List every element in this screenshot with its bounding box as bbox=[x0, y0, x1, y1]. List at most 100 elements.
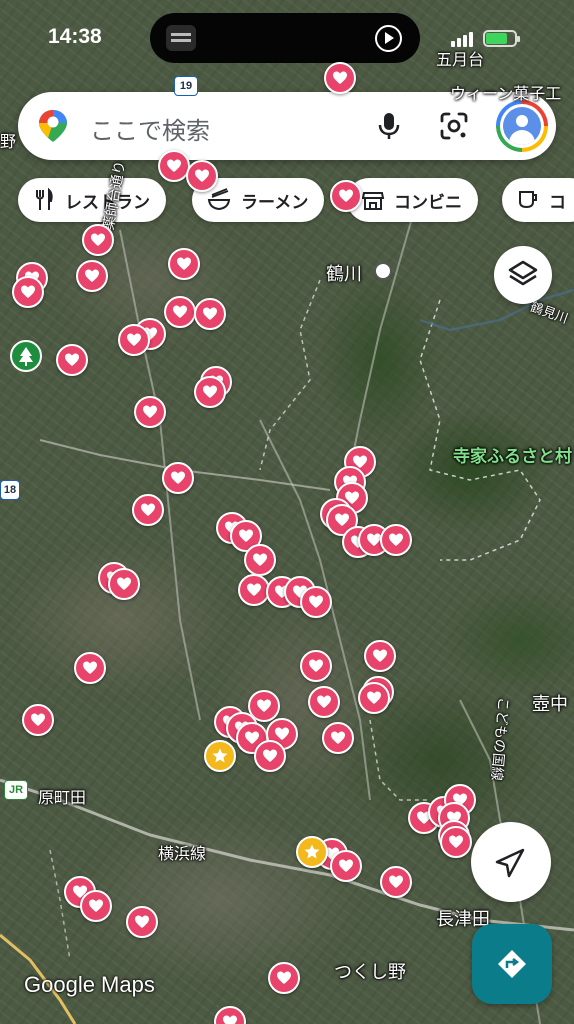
saved-place-heart-pin[interactable] bbox=[186, 160, 218, 192]
place-label-satsukigaoka[interactable]: 五月台 bbox=[436, 46, 484, 70]
google-lens-icon[interactable] bbox=[438, 110, 470, 142]
place-label-no[interactable]: 野 bbox=[0, 128, 16, 152]
ramen-bowl-icon bbox=[207, 188, 231, 211]
directions-button[interactable] bbox=[472, 924, 552, 1004]
heart-icon bbox=[85, 269, 99, 282]
saved-place-heart-pin[interactable] bbox=[308, 686, 340, 718]
saved-place-heart-pin[interactable] bbox=[82, 224, 114, 256]
chip-label: ラーメン bbox=[241, 192, 309, 213]
saved-place-heart-pin[interactable] bbox=[22, 704, 54, 736]
heart-icon bbox=[89, 899, 103, 912]
saved-place-heart-pin[interactable] bbox=[134, 396, 166, 428]
star-icon bbox=[212, 748, 228, 763]
saved-place-heart-pin[interactable] bbox=[330, 180, 362, 212]
saved-place-heart-pin[interactable] bbox=[440, 826, 472, 858]
heart-icon bbox=[335, 513, 349, 526]
saved-place-heart-pin[interactable] bbox=[132, 494, 164, 526]
heart-icon bbox=[239, 529, 253, 542]
dynamic-island bbox=[150, 13, 420, 63]
chip-restaurant[interactable]: レストラン bbox=[18, 178, 166, 222]
heart-icon bbox=[91, 233, 105, 246]
heart-icon bbox=[331, 731, 345, 744]
heart-icon bbox=[275, 727, 289, 740]
saved-place-heart-pin[interactable] bbox=[126, 906, 158, 938]
saved-place-heart-pin[interactable] bbox=[324, 62, 356, 94]
heart-icon bbox=[141, 503, 155, 516]
heart-icon bbox=[253, 553, 267, 566]
saved-place-heart-pin[interactable] bbox=[268, 962, 300, 994]
starred-place-pin[interactable] bbox=[204, 740, 236, 772]
saved-place-heart-pin[interactable] bbox=[300, 650, 332, 682]
layers-icon bbox=[508, 260, 538, 286]
directions-icon bbox=[498, 950, 526, 978]
saved-place-heart-pin[interactable] bbox=[168, 248, 200, 280]
starred-place-pin[interactable] bbox=[296, 836, 328, 868]
saved-place-heart-pin[interactable] bbox=[380, 866, 412, 898]
saved-place-heart-pin[interactable] bbox=[254, 740, 286, 772]
navigation-arrow-icon bbox=[495, 848, 525, 878]
heart-icon bbox=[127, 333, 141, 346]
chip-convenience-store[interactable]: コンビニ bbox=[347, 178, 478, 222]
heart-icon bbox=[117, 577, 131, 590]
saved-place-heart-pin[interactable] bbox=[12, 276, 44, 308]
google-maps-logo: Google Maps bbox=[24, 972, 155, 997]
battery-icon bbox=[483, 30, 520, 47]
my-location-button[interactable] bbox=[471, 822, 551, 902]
microphone-icon[interactable] bbox=[373, 110, 405, 142]
saved-place-heart-pin[interactable] bbox=[358, 682, 390, 714]
play-icon[interactable] bbox=[375, 25, 402, 52]
heart-icon bbox=[223, 1015, 237, 1024]
place-label-tsubonaka[interactable]: 壺中 bbox=[532, 690, 568, 716]
chip-label: コ bbox=[549, 192, 566, 213]
saved-place-heart-pin[interactable] bbox=[300, 586, 332, 618]
saved-place-heart-pin[interactable] bbox=[74, 652, 106, 684]
heart-icon bbox=[21, 285, 35, 298]
heart-icon bbox=[389, 875, 403, 888]
cellular-signal-icon bbox=[451, 31, 477, 47]
heart-icon bbox=[203, 385, 217, 398]
heart-icon bbox=[167, 159, 181, 172]
saved-place-heart-pin[interactable] bbox=[244, 544, 276, 576]
saved-place-heart-pin[interactable] bbox=[194, 298, 226, 330]
place-label-harumachida[interactable]: 原町田 bbox=[38, 784, 86, 808]
heart-icon bbox=[31, 713, 45, 726]
convenience-store-icon bbox=[361, 192, 385, 210]
saved-place-heart-pin[interactable] bbox=[380, 524, 412, 556]
saved-place-heart-pin[interactable] bbox=[118, 324, 150, 356]
saved-place-heart-pin[interactable] bbox=[108, 568, 140, 600]
saved-place-heart-pin[interactable] bbox=[80, 890, 112, 922]
heart-icon bbox=[309, 659, 323, 672]
chip-coffee[interactable]: コ bbox=[502, 178, 574, 222]
park-label-terakata[interactable]: 寺家ふるさと村 bbox=[453, 442, 572, 467]
place-label-wien-kashi[interactable]: ウィーン菓子工 bbox=[450, 80, 561, 104]
heart-icon bbox=[247, 583, 261, 596]
saved-place-heart-pin[interactable] bbox=[194, 376, 226, 408]
saved-place-heart-pin[interactable] bbox=[330, 850, 362, 882]
station-label-tsukushino[interactable]: つくし野 bbox=[334, 958, 406, 984]
heart-icon bbox=[143, 405, 157, 418]
rail-label-yokohama-line: 横浜線 bbox=[158, 844, 207, 863]
park-tree-icon[interactable] bbox=[10, 340, 42, 372]
fork-knife-icon bbox=[36, 188, 53, 210]
saved-place-heart-pin[interactable] bbox=[56, 344, 88, 376]
station-label-tsurukawa[interactable]: 鶴川 bbox=[326, 260, 362, 286]
heart-icon bbox=[449, 835, 463, 848]
heart-icon bbox=[83, 661, 97, 674]
heart-icon bbox=[389, 533, 403, 546]
search-input[interactable]: ここで検索 bbox=[90, 111, 210, 146]
saved-place-heart-pin[interactable] bbox=[164, 296, 196, 328]
saved-place-heart-pin[interactable] bbox=[364, 640, 396, 672]
train-station-icon[interactable] bbox=[374, 262, 392, 280]
saved-place-heart-pin[interactable] bbox=[162, 462, 194, 494]
saved-place-heart-pin[interactable] bbox=[76, 260, 108, 292]
coffee-cup-icon bbox=[519, 191, 537, 209]
layers-button[interactable] bbox=[494, 246, 552, 304]
route-shield-18: 18 bbox=[0, 480, 20, 500]
media-app-icon bbox=[166, 25, 196, 51]
star-icon bbox=[304, 844, 320, 859]
saved-place-heart-pin[interactable] bbox=[322, 722, 354, 754]
heart-icon bbox=[333, 71, 347, 84]
account-avatar[interactable] bbox=[496, 100, 548, 152]
heart-icon bbox=[195, 169, 209, 182]
route-shield-19: 19 bbox=[174, 76, 198, 96]
